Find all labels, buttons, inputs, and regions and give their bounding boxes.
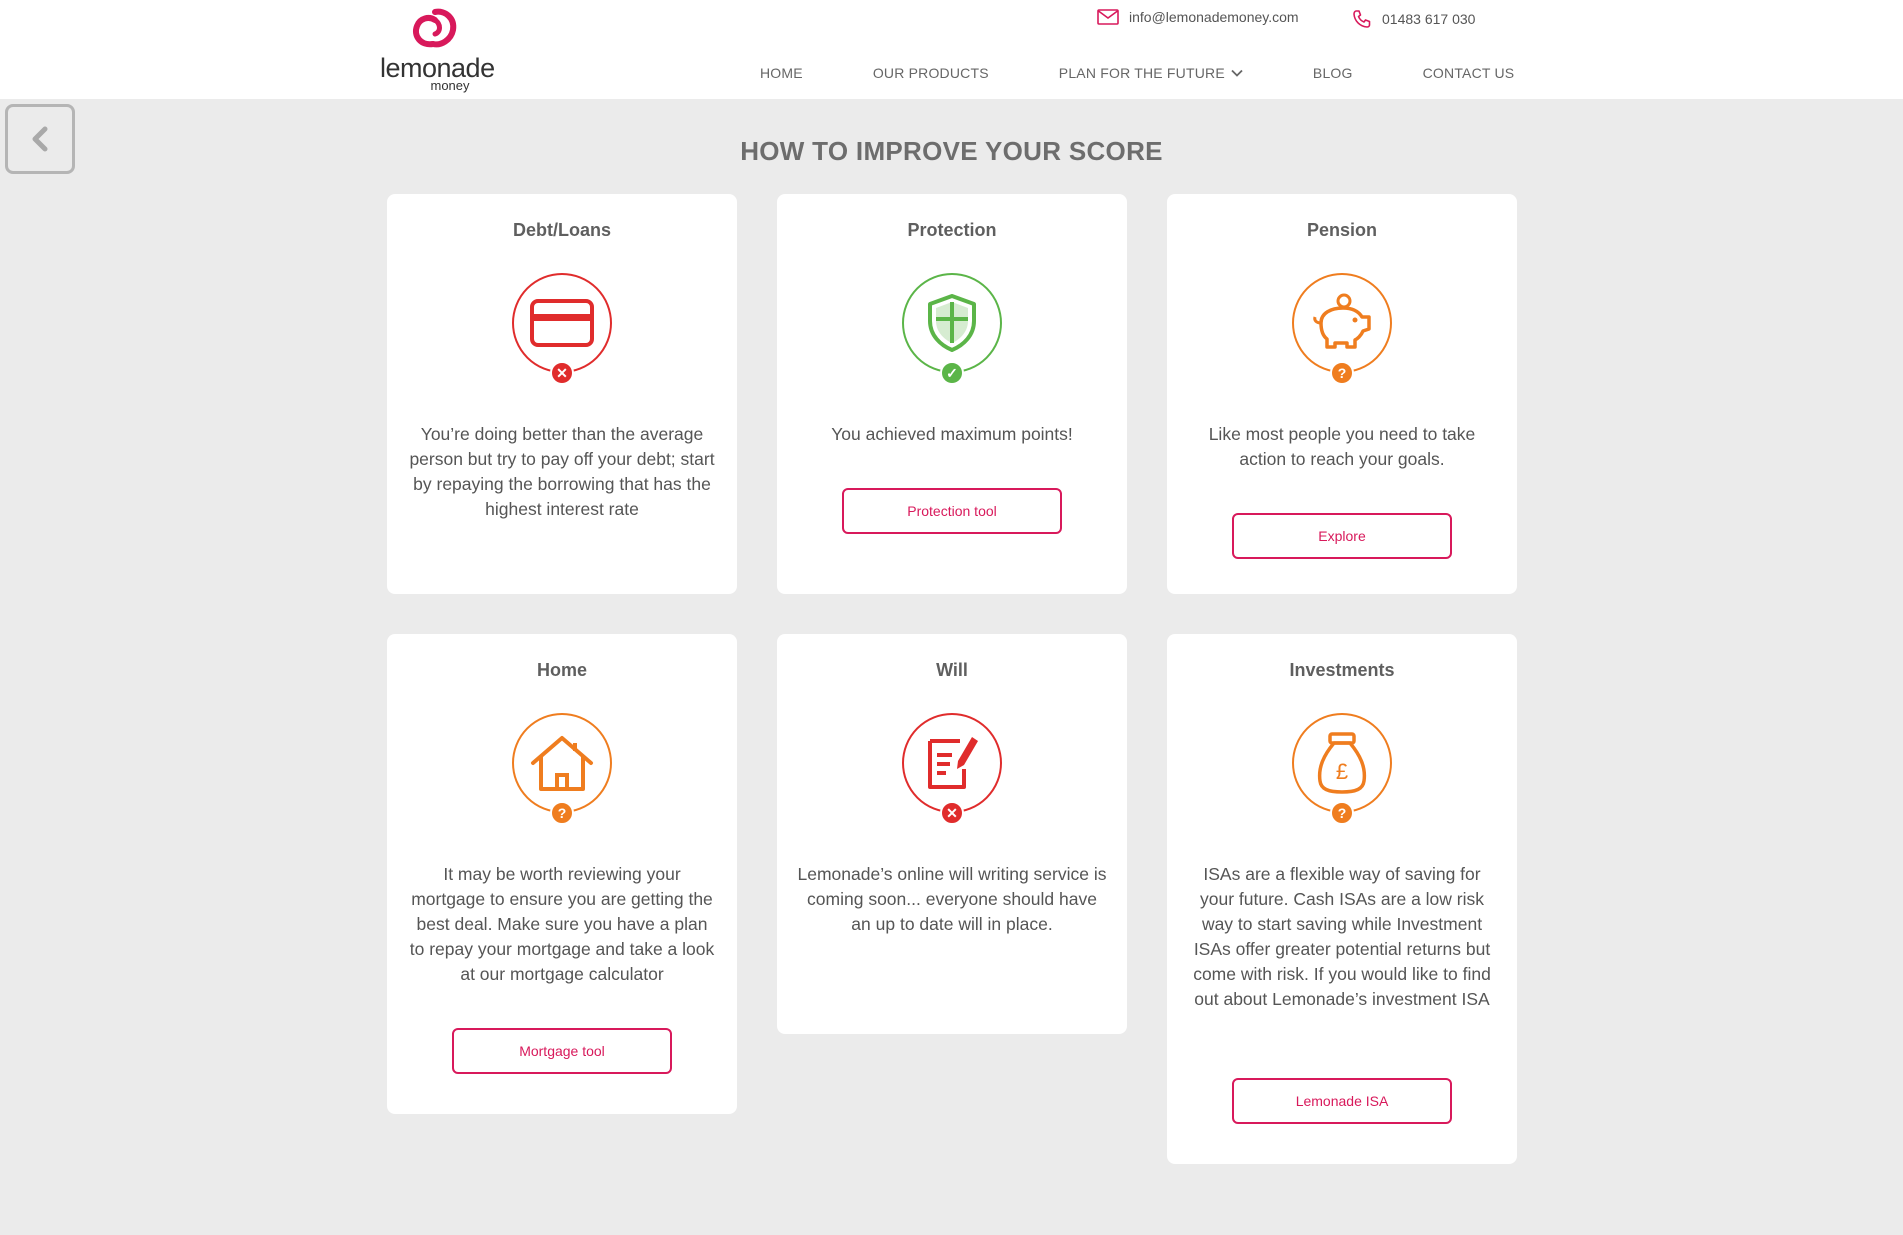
status-ring: £ [1292,713,1392,813]
protection-tool-button[interactable]: Protection tool [842,488,1062,534]
cross-icon: ✕ [940,801,964,825]
page-title: HOW TO IMPROVE YOUR SCORE [740,136,1163,166]
mail-icon [1097,9,1119,25]
card-description: ISAs are a flexible way of saving for yo… [1193,864,1491,1009]
status-ring [512,713,612,813]
chevron-down-icon [1231,69,1243,77]
main-nav: HOME OUR PRODUCTS PLAN FOR THE FUTURE BL… [760,65,1514,81]
contact-phone[interactable]: 01483 617 030 [1352,9,1475,29]
card-description: Lemonade’s online will writing service i… [797,864,1107,934]
card-icon-wrap: ? [1292,273,1392,385]
nav-contact-us[interactable]: CONTACT US [1423,65,1515,81]
will-document-icon [928,737,978,789]
card-title: Debt/Loans [512,220,611,240]
status-ring [902,273,1002,373]
nav-plan-for-the-future[interactable]: PLAN FOR THE FUTURE [1059,65,1243,81]
card-title: Protection [907,220,997,240]
check-icon: ✓ [940,361,964,385]
question-icon: ? [1330,801,1354,825]
money-bag-icon: £ [1317,732,1367,794]
card-description: You’re doing better than the average per… [409,424,715,519]
card-title: Home [536,660,587,680]
nav-home[interactable]: HOME [760,65,803,81]
card-pension: Pension ? Like most people you need to t… [1167,194,1517,594]
svg-text:£: £ [1336,759,1348,784]
card-icon-wrap: ✓ [902,273,1002,385]
shield-icon [928,294,976,352]
phone-icon [1353,10,1371,28]
card-debt-loans: Debt/Loans ✕ You’re doing better than th… [387,194,737,594]
house-icon [531,736,593,791]
card-description: It may be worth reviewing your mortgage … [409,864,715,984]
card-title: Investments [1289,660,1395,680]
explore-button[interactable]: Explore [1232,513,1452,559]
question-icon: ? [1330,361,1354,385]
status-ring [512,273,612,373]
card-icon-wrap: ✕ [512,273,612,385]
card-title: Will [936,660,968,680]
status-ring [1292,273,1392,373]
card-icon-wrap: ? [512,713,612,825]
card-protection: Protection ✓ You achieved maximum points… [777,194,1127,594]
credit-card-icon [530,299,594,347]
site-header: lemonade money info@lemonademoney.com 01… [0,0,1903,99]
card-investments: Investments £ ? ISAs are a flexible way … [1167,634,1517,1164]
nav-blog[interactable]: BLOG [1313,65,1353,81]
lemonade-isa-button[interactable]: Lemonade ISA [1232,1078,1452,1124]
card-title: Pension [1306,220,1377,240]
swirl-logo-icon [413,8,457,48]
card-icon-wrap: ✕ [902,713,1002,825]
status-ring [902,713,1002,813]
card-icon-wrap: £ ? [1292,713,1392,825]
nav-plan-label: PLAN FOR THE FUTURE [1058,65,1225,81]
phone-link[interactable]: 01483 617 030 [1382,11,1475,27]
piggy-bank-icon [1313,293,1371,349]
contact-email[interactable]: info@lemonademoney.com [1097,9,1299,25]
email-link[interactable]: info@lemonademoney.com [1129,9,1299,25]
logo-wordmark: lemonade [380,53,495,83]
question-icon: ? [550,801,574,825]
card-description: You achieved maximum points! [831,424,1073,444]
card-will: Will ✕ Lemonade’s online will writing se… [777,634,1127,1034]
mortgage-tool-button[interactable]: Mortgage tool [452,1028,672,1074]
lemonade-logo[interactable]: lemonade money [380,8,495,92]
card-home: Home ? It may be worth reviewing your mo… [387,634,737,1114]
nav-our-products[interactable]: OUR PRODUCTS [873,65,989,81]
card-description: Like most people you need to take action… [1208,424,1476,469]
cross-icon: ✕ [550,361,574,385]
